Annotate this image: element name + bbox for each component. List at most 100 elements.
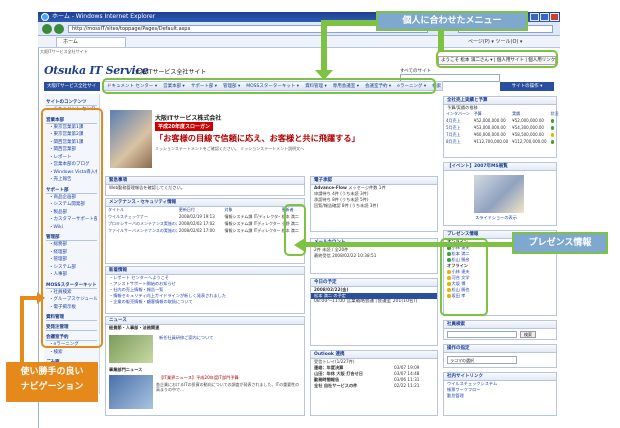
news-panel: ニュース 経費節・人事部・法務関連 新任社員研修ご案内について 事業部門ニュース… [105,316,305,416]
window-title: ホーム - Windows Internet Explorer [52,13,156,20]
url-field[interactable]: http://mossIT/sites/toppage/Pages/Defaul… [68,25,428,33]
approval-msg[interactable]: メッセージ件数 1件 [348,185,385,190]
forward-icon[interactable] [54,24,64,34]
table-row[interactable]: ウイルスチェックナー 2008/02/19 19:13 情報システム課 IT/ディレ… [106,213,304,220]
ops-panel: 操作の指定 ラコマの選択 [443,344,557,368]
event-panel: 【イベント】2007年MS展覧 スライドショーの表示 [443,162,557,226]
table-cell: ¥112,700,000.00 [473,139,509,144]
close-button[interactable] [550,13,559,21]
status-indicator-icon [550,140,555,144]
table-cell[interactable]: 7月売上 [444,131,472,138]
table-row: 7月売上 ¥60,000,000.00 ¥58,500,000.00 [444,131,561,138]
table-cell: ¥112,700,000.00 [512,139,547,144]
table-cell: ¥52,000,000.00 [473,118,506,123]
menu-callout: 個人に合わせたメニュー [376,11,528,31]
notice-body: Web勤務管理報告を確認してください。 [109,185,185,190]
table-cell: 2008/02/02 17:00 [178,228,215,233]
table-row: 4月売上 ¥52,000,000.00 ¥52,000,000.00 [444,117,561,124]
table-cell[interactable]: 4月売上 [444,117,472,124]
outlook-subject[interactable]: 全社 自社サービスの件 [314,383,394,389]
back-icon[interactable] [42,24,52,34]
sales-table: インタバーン 予算 実績 状況 4月売上 ¥52,000,000.00 ¥52,000,00… [444,111,561,145]
table-cell: 情報システム課 ITディレクター [224,228,280,233]
site-name: 大阪ITサービス全社サイト [135,69,207,76]
site-breadcrumb[interactable]: 大阪ITサービス全社サイト [40,49,88,55]
outlook-date: 03/07 19:09 [394,365,420,370]
leftnav-section[interactable]: サイトのコンテンツ [46,99,97,106]
links-panel: 社内サイトリンク ウイルスチェックシステム 帳票ワークフロー 勤怠管理 [443,372,557,416]
news-title: ニュース [106,317,304,325]
news-photo [109,335,153,363]
site-link-item[interactable]: 勤怠管理 [444,393,556,399]
list-item[interactable]: 全社 自社サービスの件 02/22 11:21 [311,383,437,389]
company-name: 大阪ITサービス株式会社 [155,115,222,122]
table-cell: ¥54,300,000.00 [512,125,544,130]
tab-home[interactable]: ホーム [56,37,126,47]
event-title: 【イベント】2007年MS展覧 [444,163,556,171]
table-row[interactable]: ファイルサーバメンテナンスの実施のお知らせ2008/02/02 17:00 情報シ… [106,227,304,234]
menu-arrow-bar [321,20,377,26]
slogan-text: 「お客様の目線で信頼に応え、お客様と共に飛躍する」 [155,133,360,143]
schedule-panel: 今日の予定 2008/02/22(金) 松本 満二 の予定 08:00～11:0… [310,278,438,346]
navigation-highlight [41,108,103,348]
toolbar-menus[interactable]: ページ(P) ▾ ツール(O) ▾ [468,38,522,45]
site-logo: Otsuka IT Service [44,64,149,77]
emp-search-button[interactable]: 検索 [520,331,536,338]
maintenance-title: メンテナンス・セキュリティ情報 [106,199,304,207]
navigation-callout: 使い勝手の良い ナビゲーション [6,362,98,402]
table-cell[interactable]: 8月売上 [444,138,472,145]
leftnav-item[interactable]: ・検索 [46,349,97,357]
status-indicator-icon [550,133,555,137]
presence-callout: プレゼンス情報 [512,232,608,254]
emp-search-input[interactable] [447,331,517,338]
maintenance-panel: メンテナンス・セキュリティ情報 タイトル 更新日付 対象 更新者 ウイルスチェックナー 2… [105,198,305,264]
event-photo [474,175,524,213]
site-actions-button[interactable]: サイトの操作 ▾ [500,82,554,91]
table-cell[interactable]: ファイルサーバメンテナンスの実施のお知らせ [106,227,177,234]
approval-panel: 電子承認 Advance-Flow メッセージ件数 1件 申請待ち 4件 (うち… [310,176,438,232]
newsinfo-item[interactable]: ・企業の販売情報・顧客情報の取扱について [106,299,304,305]
slogan-banner: 大阪ITサービス株式会社 平成20年度スローガン 「お客様の目線で信頼に応え、お… [110,110,360,170]
ops-title: 操作の指定 [444,345,556,353]
menu-arrow-head [315,70,333,80]
schedule-event[interactable]: 08:00～11:00 営業戦略会議 [会議室 201(10名)] [311,299,437,305]
industry-news-title: 事業部門ニュース [109,367,143,372]
outlook-date: 03/07 14:48 [394,371,420,376]
presence-highlight-right [440,238,488,316]
table-cell[interactable]: ウイルスチェックナー [106,213,177,220]
emp-search-title: 社員検索 [444,321,556,329]
links-title: 社内サイトリンク [444,373,556,381]
table-row: 8月売上 ¥112,700,000.00 ¥112,700,000.00 [444,138,561,145]
outlook-date: 02/22 11:21 [394,383,420,388]
ops-select[interactable]: ラコマの選択 [447,356,517,364]
presence-arrow-bar [305,242,513,247]
table-row[interactable]: プロキシサーバのメンテナンス実施のお知らせ2008/02/02 17:02 情報シ… [106,220,304,227]
table-cell: ¥58,500,000.00 [512,132,544,137]
approval-line[interactable]: 回覧/報告確認 8件 (うち未読 3件) [311,203,437,209]
news-article-link[interactable]: 新任社員研修ご案内について [156,335,213,341]
menu-highlight [102,78,436,94]
table-cell[interactable]: プロキシサーバのメンテナンス実施のお知らせ [106,220,177,227]
table-cell: ¥52,000,000.00 [512,118,544,123]
maximize-button[interactable] [540,13,549,21]
newsinfo-title: 新着情報 [106,267,304,275]
emp-search-panel: 社員検索 検索 [443,320,557,340]
slideshow-link[interactable]: スライドショーの表示 [472,215,517,221]
table-cell: 2008/02/02 17:02 [178,221,215,226]
table-row: 5月売上 ¥53,000,000.00 ¥54,300,000.00 [444,124,561,131]
mail-last: 最終受信 2008/02/22 10:38:51 [314,253,377,258]
outlook-date: 03/06 11:31 [394,377,420,382]
minimize-button[interactable] [530,13,539,21]
industry-photo [109,375,153,409]
tab-bar: ホーム ページ(P) ▾ ツール(O) ▾ [38,36,560,48]
notice-panel: 緊急事項 Web勤務管理報告を確認してください。 [105,176,305,196]
sales-panel: 全社売上実績と予算 予算/実績の推移 インタバーン 予算 実績 状況 4月売上 ¥52,0… [443,96,559,158]
table-cell: 2008/02/19 19:13 [178,214,215,219]
newsinfo-panel: 新着情報 ・レポート センターへようこそ ・アシストサポート開始のお知らせ ・社内の… [105,266,305,314]
table-cell[interactable]: 5月売上 [444,124,472,131]
home-nav-button[interactable]: 大阪ITサービス全社サイト [44,82,100,98]
outlook-title: Outlook 連携 [311,351,437,359]
nav-arrow-stem [20,296,24,368]
industry-headline[interactable]: 【IT業界ニュース】平成20年度IT部門予算 [156,375,239,381]
mission-link[interactable]: ミッションステートメントをご確認ください。 ミッションステートメント説明文へ [155,146,304,152]
